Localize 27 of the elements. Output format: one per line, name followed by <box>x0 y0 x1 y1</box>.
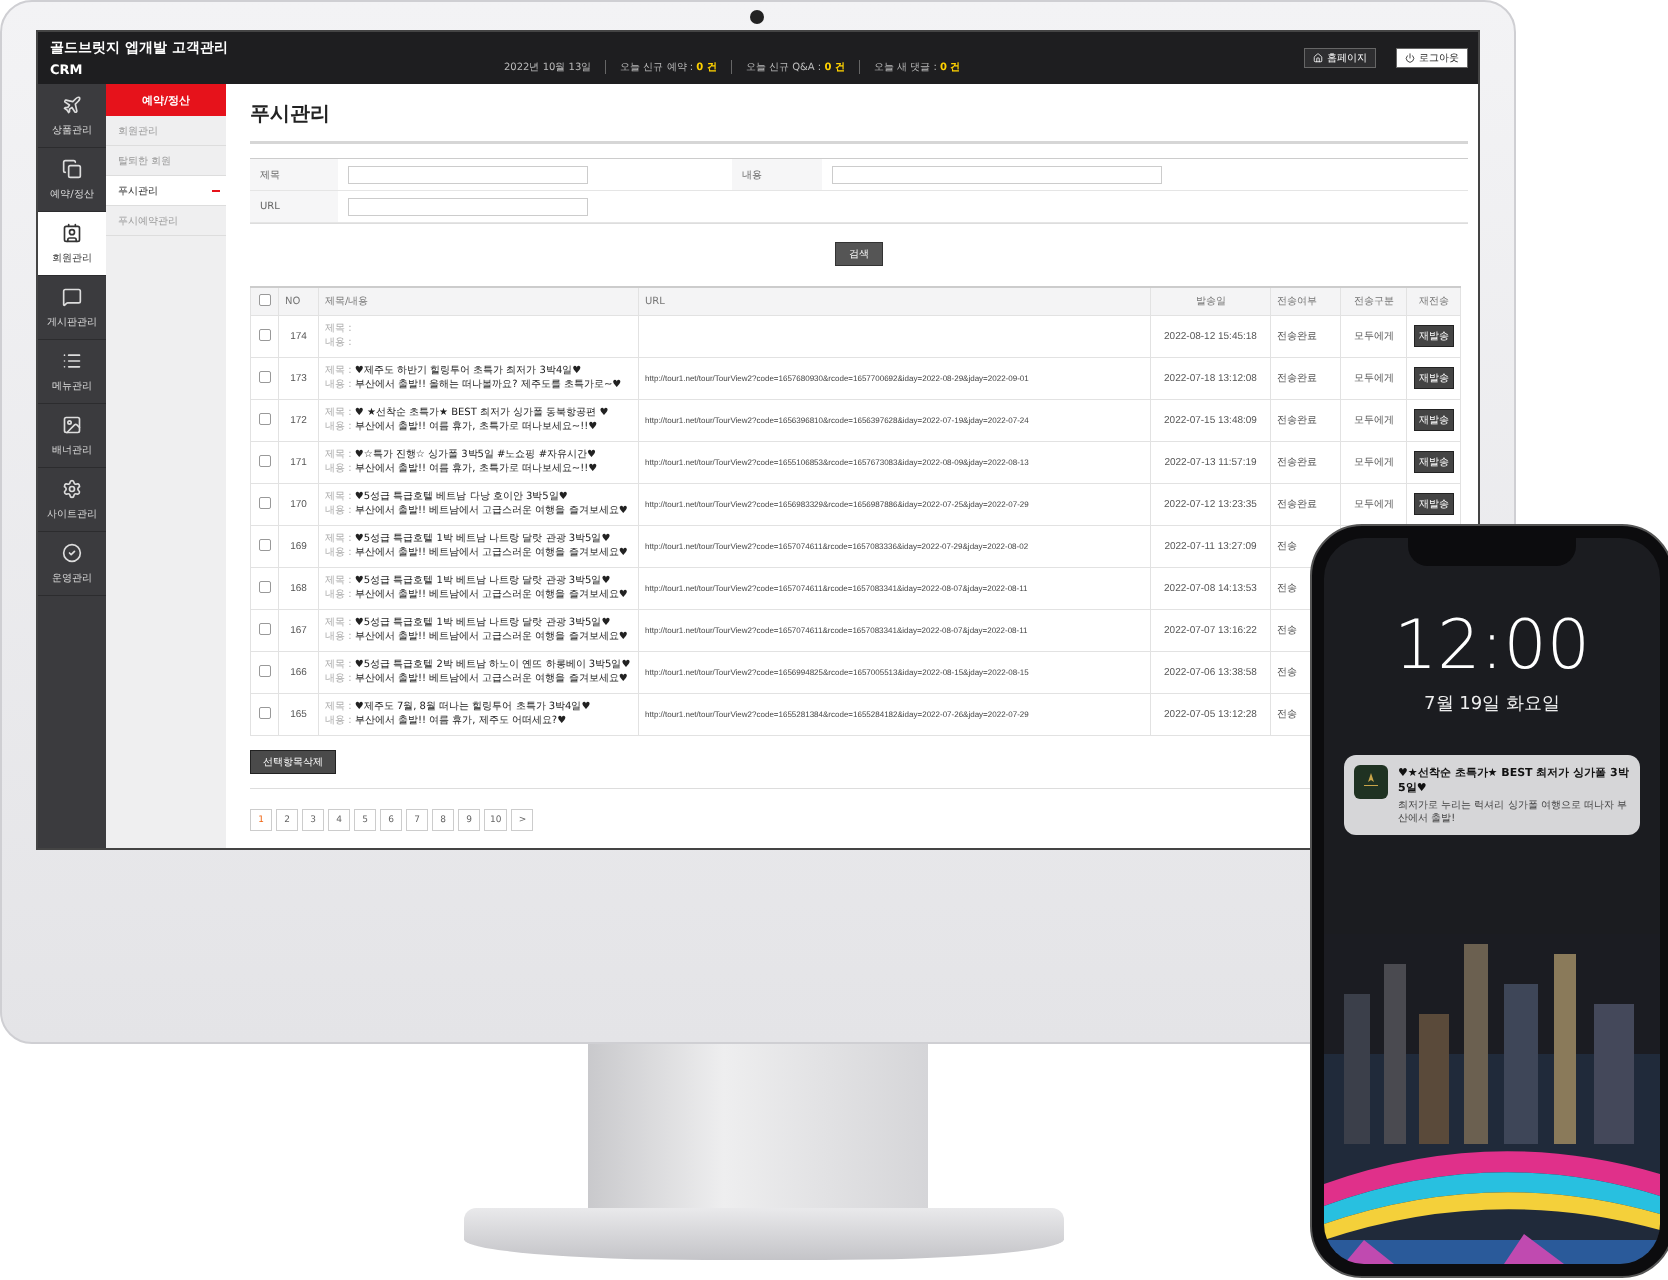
row-checkbox[interactable] <box>258 454 271 467</box>
row-checkbox[interactable] <box>258 706 271 719</box>
lock-date: 7월 19일 화요일 <box>1424 691 1560 715</box>
id-card-icon <box>62 222 82 243</box>
row-checkbox[interactable] <box>258 496 271 509</box>
content-field[interactable] <box>832 165 1162 184</box>
lock-time: 12:00 <box>1394 606 1590 685</box>
check-circle-icon <box>62 542 82 563</box>
app-icon <box>1354 765 1388 799</box>
url-field[interactable] <box>348 197 588 216</box>
camera-dot <box>750 10 764 24</box>
row-checkbox[interactable] <box>258 370 271 383</box>
row-checkbox[interactable] <box>258 622 271 635</box>
list-icon <box>62 350 82 371</box>
plane-icon <box>62 94 82 115</box>
row-checkbox[interactable] <box>258 580 271 593</box>
select-all-checkbox[interactable] <box>258 293 271 306</box>
row-checkbox[interactable] <box>258 328 271 341</box>
settings-icon <box>62 478 82 499</box>
row-checkbox[interactable] <box>258 538 271 551</box>
chat-icon <box>62 286 82 307</box>
image-icon <box>62 414 82 435</box>
row-checkbox[interactable] <box>258 412 271 425</box>
title-field[interactable] <box>348 165 588 184</box>
page-title: 푸시관리 <box>250 100 332 127</box>
copy-icon <box>62 158 82 179</box>
row-checkbox[interactable] <box>258 664 271 677</box>
